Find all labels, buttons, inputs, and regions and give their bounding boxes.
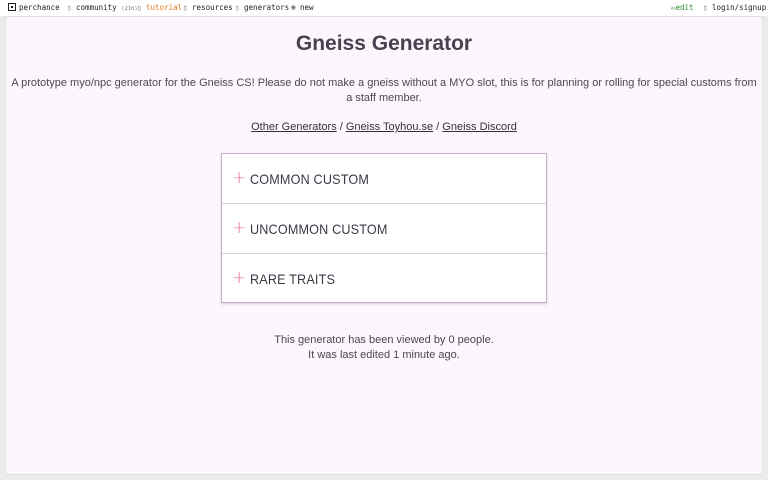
perchance-home-link[interactable]: perchance	[8, 0, 60, 16]
external-links: Other Generators / Gneiss Toyhou.se / Gn…	[0, 121, 768, 133]
community-link[interactable]: ▯ community (21h)	[67, 0, 138, 16]
perchance-logo-icon	[8, 3, 16, 11]
generator-stats: This generator has been viewed by 0 peop…	[0, 333, 768, 363]
accordion-label: UNCOMMON CUSTOM	[250, 221, 388, 237]
page-title: Gneiss Generator	[295, 32, 473, 55]
accordion-item-uncommon-custom[interactable]: + UNCOMMON CUSTOM	[222, 204, 546, 254]
top-nav-bar: perchance ▯ community (21h) ▯ tutorial ▯…	[0, 0, 768, 16]
resources-label: resources	[192, 3, 233, 12]
login-signup-link[interactable]: ▯ login/signup	[703, 0, 766, 16]
plus-icon: +	[232, 168, 247, 188]
link-separator: /	[336, 121, 346, 133]
new-generator-link[interactable]: ⊕ new	[291, 0, 314, 16]
tutorial-link[interactable]: ▯ tutorial	[137, 0, 182, 16]
gneiss-discord-link[interactable]: Gneiss Discord	[442, 121, 517, 133]
link-separator: /	[433, 121, 443, 133]
login-icon: ▯	[703, 3, 708, 12]
generators-link[interactable]: ▯ generators	[235, 0, 289, 16]
plus-icon: +	[232, 268, 247, 288]
tutorial-icon: ▯	[137, 3, 142, 12]
new-label: new	[300, 3, 314, 12]
generators-icon: ▯	[235, 3, 240, 12]
view-count-text: This generator has been viewed by 0 peop…	[274, 334, 494, 346]
last-edited-text: It was last edited 1 minute ago.	[308, 349, 460, 361]
brand-label: perchance	[19, 3, 60, 12]
resources-link[interactable]: ▯ resources	[183, 0, 233, 16]
edit-link[interactable]: ✏edit	[671, 0, 694, 16]
community-icon: ▯	[67, 3, 72, 12]
resources-icon: ▯	[183, 3, 188, 12]
new-plus-icon: ⊕	[291, 3, 296, 12]
generators-label: generators	[244, 3, 290, 12]
community-count: (21h)	[121, 6, 138, 12]
tutorial-label: tutorial	[146, 3, 183, 12]
gneiss-toyhouse-link[interactable]: Gneiss Toyhou.se	[346, 121, 433, 133]
accordion-label: RARE TRAITS	[250, 271, 336, 287]
accordion-item-common-custom[interactable]: + COMMON CUSTOM	[222, 154, 546, 204]
community-label: community	[76, 3, 117, 12]
accordion-item-rare-traits[interactable]: + RARE TRAITS	[222, 254, 546, 304]
login-label: login/signup	[712, 3, 767, 12]
accordion-label: COMMON CUSTOM	[250, 171, 370, 187]
plus-icon: +	[232, 218, 247, 238]
page-description: A prototype myo/npc generator for the Gn…	[11, 77, 757, 104]
trait-accordion: + COMMON CUSTOM + UNCOMMON CUSTOM + RARE…	[221, 153, 547, 303]
other-generators-link[interactable]: Other Generators	[251, 121, 337, 133]
edit-label: edit	[675, 3, 694, 12]
